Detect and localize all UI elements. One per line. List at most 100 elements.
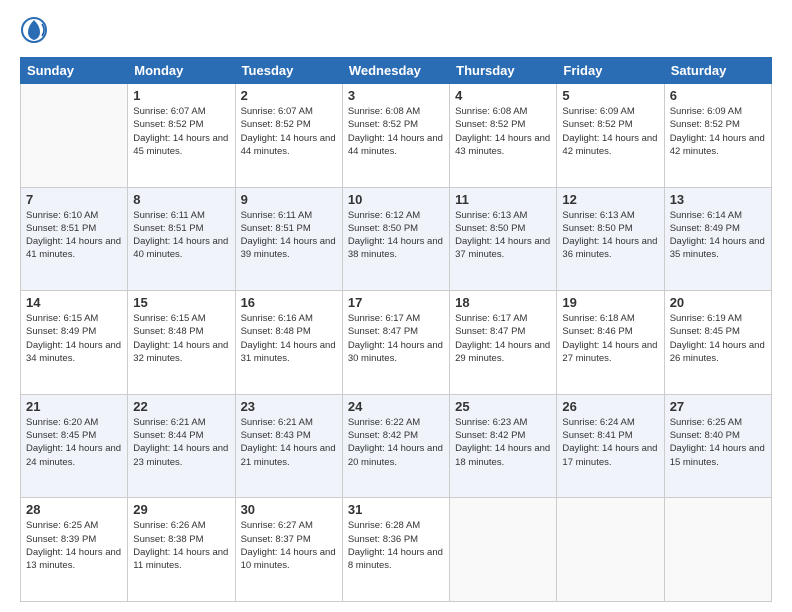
day-number: 14 <box>26 295 122 310</box>
day-cell: 3 Sunrise: 6:08 AMSunset: 8:52 PMDaylight… <box>342 84 449 188</box>
day-info: Sunrise: 6:15 AMSunset: 8:48 PMDaylight:… <box>133 312 229 365</box>
logo <box>20 16 52 49</box>
day-cell: 15 Sunrise: 6:15 AMSunset: 8:48 PMDayligh… <box>128 291 235 395</box>
day-number: 21 <box>26 399 122 414</box>
day-info: Sunrise: 6:09 AMSunset: 8:52 PMDaylight:… <box>670 105 766 158</box>
week-row-4: 21 Sunrise: 6:20 AMSunset: 8:45 PMDayligh… <box>21 394 772 498</box>
day-number: 7 <box>26 192 122 207</box>
day-number: 10 <box>348 192 444 207</box>
day-info: Sunrise: 6:18 AMSunset: 8:46 PMDaylight:… <box>562 312 658 365</box>
day-cell: 8 Sunrise: 6:11 AMSunset: 8:51 PMDaylight… <box>128 187 235 291</box>
day-number: 3 <box>348 88 444 103</box>
day-cell: 13 Sunrise: 6:14 AMSunset: 8:49 PMDayligh… <box>664 187 771 291</box>
day-cell: 20 Sunrise: 6:19 AMSunset: 8:45 PMDayligh… <box>664 291 771 395</box>
day-cell: 24Sunrise: 6:22 AMSunset: 8:42 PMDayligh… <box>342 394 449 498</box>
day-info: Sunrise: 6:21 AMSunset: 8:44 PMDaylight:… <box>133 416 229 469</box>
logo-icon <box>20 16 48 49</box>
day-number: 11 <box>455 192 551 207</box>
day-number: 29 <box>133 502 229 517</box>
header-saturday: Saturday <box>664 58 771 84</box>
day-cell: 7 Sunrise: 6:10 AMSunset: 8:51 PMDaylight… <box>21 187 128 291</box>
day-number: 2 <box>241 88 337 103</box>
calendar-page: Sunday Monday Tuesday Wednesday Thursday… <box>0 0 792 612</box>
header <box>20 16 772 49</box>
day-number: 5 <box>562 88 658 103</box>
day-cell: 1 Sunrise: 6:07 AMSunset: 8:52 PMDaylight… <box>128 84 235 188</box>
day-info: Sunrise: 6:19 AMSunset: 8:45 PMDaylight:… <box>670 312 766 365</box>
day-number: 24 <box>348 399 444 414</box>
header-row: Sunday Monday Tuesday Wednesday Thursday… <box>21 58 772 84</box>
header-monday: Monday <box>128 58 235 84</box>
header-sunday: Sunday <box>21 58 128 84</box>
day-number: 19 <box>562 295 658 310</box>
day-info: Sunrise: 6:28 AMSunset: 8:36 PMDaylight:… <box>348 519 444 572</box>
day-number: 15 <box>133 295 229 310</box>
day-cell: 28Sunrise: 6:25 AMSunset: 8:39 PMDayligh… <box>21 498 128 602</box>
week-row-3: 14Sunrise: 6:15 AMSunset: 8:49 PMDayligh… <box>21 291 772 395</box>
day-cell: 11 Sunrise: 6:13 AMSunset: 8:50 PMDayligh… <box>450 187 557 291</box>
day-cell <box>557 498 664 602</box>
day-cell: 14Sunrise: 6:15 AMSunset: 8:49 PMDayligh… <box>21 291 128 395</box>
day-cell: 29 Sunrise: 6:26 AMSunset: 8:38 PMDayligh… <box>128 498 235 602</box>
day-cell: 21 Sunrise: 6:20 AMSunset: 8:45 PMDayligh… <box>21 394 128 498</box>
day-number: 30 <box>241 502 337 517</box>
day-info: Sunrise: 6:12 AMSunset: 8:50 PMDaylight:… <box>348 209 444 262</box>
header-thursday: Thursday <box>450 58 557 84</box>
day-number: 12 <box>562 192 658 207</box>
header-wednesday: Wednesday <box>342 58 449 84</box>
day-info: Sunrise: 6:13 AMSunset: 8:50 PMDaylight:… <box>455 209 551 262</box>
day-cell: 16 Sunrise: 6:16 AMSunset: 8:48 PMDayligh… <box>235 291 342 395</box>
day-info: Sunrise: 6:07 AMSunset: 8:52 PMDaylight:… <box>133 105 229 158</box>
day-cell: 5Sunrise: 6:09 AMSunset: 8:52 PMDaylight… <box>557 84 664 188</box>
day-info: Sunrise: 6:07 AMSunset: 8:52 PMDaylight:… <box>241 105 337 158</box>
day-number: 25 <box>455 399 551 414</box>
day-cell <box>664 498 771 602</box>
day-number: 20 <box>670 295 766 310</box>
day-info: Sunrise: 6:24 AMSunset: 8:41 PMDaylight:… <box>562 416 658 469</box>
day-number: 8 <box>133 192 229 207</box>
day-info: Sunrise: 6:16 AMSunset: 8:48 PMDaylight:… <box>241 312 337 365</box>
day-cell: 10 Sunrise: 6:12 AMSunset: 8:50 PMDayligh… <box>342 187 449 291</box>
day-info: Sunrise: 6:26 AMSunset: 8:38 PMDaylight:… <box>133 519 229 572</box>
day-number: 1 <box>133 88 229 103</box>
week-row-5: 28Sunrise: 6:25 AMSunset: 8:39 PMDayligh… <box>21 498 772 602</box>
day-cell: 31 Sunrise: 6:28 AMSunset: 8:36 PMDayligh… <box>342 498 449 602</box>
day-info: Sunrise: 6:10 AMSunset: 8:51 PMDaylight:… <box>26 209 122 262</box>
day-info: Sunrise: 6:11 AMSunset: 8:51 PMDaylight:… <box>133 209 229 262</box>
day-info: Sunrise: 6:27 AMSunset: 8:37 PMDaylight:… <box>241 519 337 572</box>
day-cell: 4Sunrise: 6:08 AMSunset: 8:52 PMDaylight… <box>450 84 557 188</box>
day-info: Sunrise: 6:21 AMSunset: 8:43 PMDaylight:… <box>241 416 337 469</box>
day-info: Sunrise: 6:08 AMSunset: 8:52 PMDaylight:… <box>348 105 444 158</box>
day-cell <box>21 84 128 188</box>
day-cell: 22 Sunrise: 6:21 AMSunset: 8:44 PMDayligh… <box>128 394 235 498</box>
day-cell: 19 Sunrise: 6:18 AMSunset: 8:46 PMDayligh… <box>557 291 664 395</box>
calendar-table: Sunday Monday Tuesday Wednesday Thursday… <box>20 57 772 602</box>
day-cell: 6 Sunrise: 6:09 AMSunset: 8:52 PMDaylight… <box>664 84 771 188</box>
day-number: 16 <box>241 295 337 310</box>
day-number: 31 <box>348 502 444 517</box>
day-number: 18 <box>455 295 551 310</box>
day-cell: 18 Sunrise: 6:17 AMSunset: 8:47 PMDayligh… <box>450 291 557 395</box>
day-number: 22 <box>133 399 229 414</box>
day-info: Sunrise: 6:14 AMSunset: 8:49 PMDaylight:… <box>670 209 766 262</box>
week-row-1: 1 Sunrise: 6:07 AMSunset: 8:52 PMDaylight… <box>21 84 772 188</box>
day-number: 13 <box>670 192 766 207</box>
day-info: Sunrise: 6:11 AMSunset: 8:51 PMDaylight:… <box>241 209 337 262</box>
week-row-2: 7 Sunrise: 6:10 AMSunset: 8:51 PMDaylight… <box>21 187 772 291</box>
day-number: 26 <box>562 399 658 414</box>
day-cell: 17Sunrise: 6:17 AMSunset: 8:47 PMDayligh… <box>342 291 449 395</box>
day-info: Sunrise: 6:25 AMSunset: 8:39 PMDaylight:… <box>26 519 122 572</box>
day-info: Sunrise: 6:17 AMSunset: 8:47 PMDaylight:… <box>348 312 444 365</box>
day-cell: 27 Sunrise: 6:25 AMSunset: 8:40 PMDayligh… <box>664 394 771 498</box>
day-number: 27 <box>670 399 766 414</box>
day-info: Sunrise: 6:17 AMSunset: 8:47 PMDaylight:… <box>455 312 551 365</box>
day-cell: 26 Sunrise: 6:24 AMSunset: 8:41 PMDayligh… <box>557 394 664 498</box>
header-friday: Friday <box>557 58 664 84</box>
day-cell <box>450 498 557 602</box>
header-tuesday: Tuesday <box>235 58 342 84</box>
day-info: Sunrise: 6:20 AMSunset: 8:45 PMDaylight:… <box>26 416 122 469</box>
day-number: 6 <box>670 88 766 103</box>
day-cell: 25Sunrise: 6:23 AMSunset: 8:42 PMDayligh… <box>450 394 557 498</box>
day-info: Sunrise: 6:25 AMSunset: 8:40 PMDaylight:… <box>670 416 766 469</box>
day-cell: 9Sunrise: 6:11 AMSunset: 8:51 PMDaylight… <box>235 187 342 291</box>
